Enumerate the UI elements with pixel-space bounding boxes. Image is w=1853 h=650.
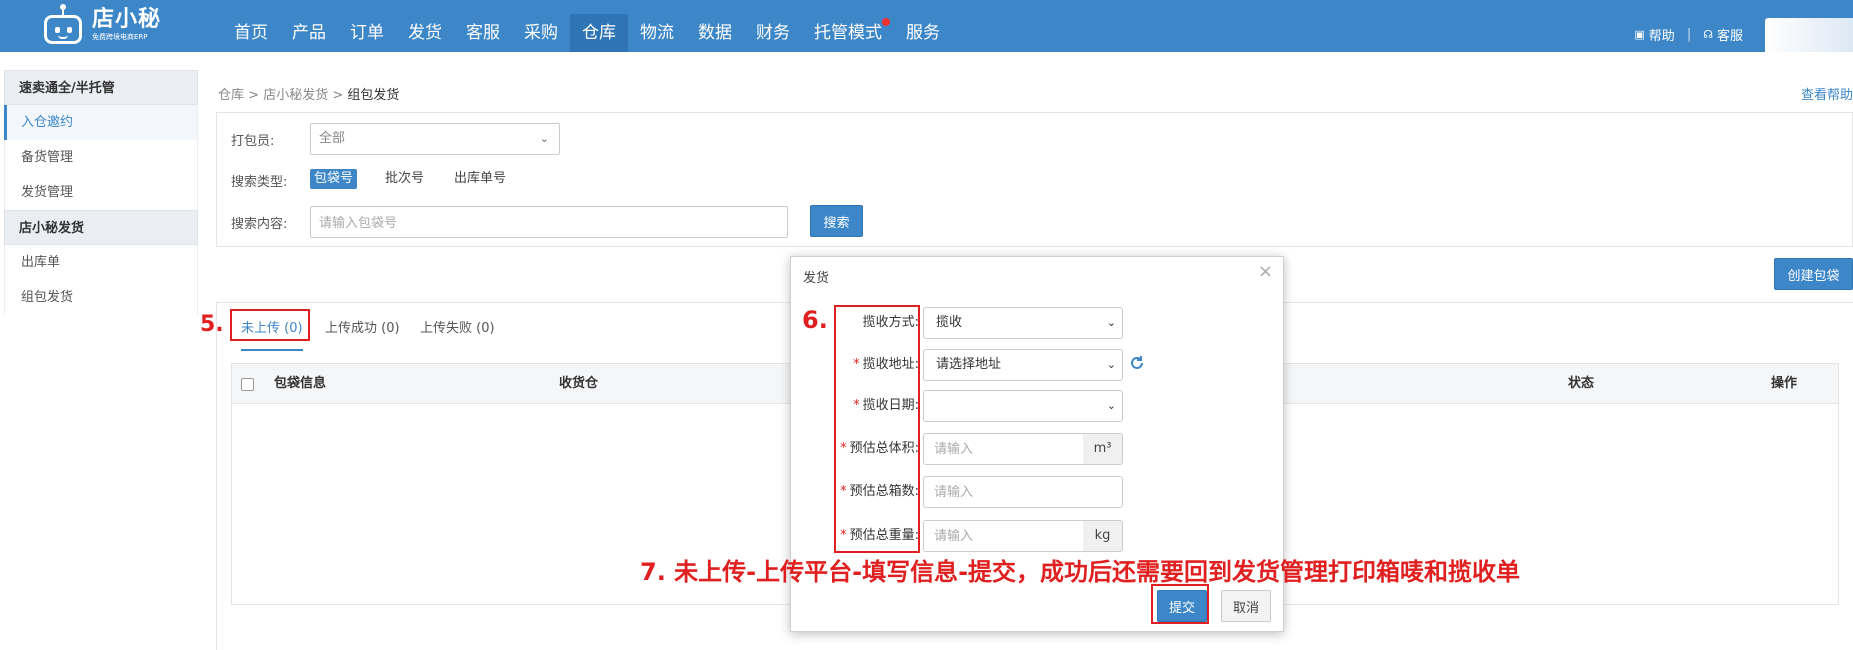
sidebar-group-aliexpress: 速卖通全/半托管 [4,70,198,105]
breadcrumb-warehouse[interactable]: 仓库 [218,88,244,103]
logo[interactable]: 店小秘 免费跨境电商ERP [40,2,161,48]
divider: | [1686,27,1692,42]
chevron-down-icon: ⌄ [1106,316,1116,329]
refresh-icon[interactable] [1129,355,1145,371]
headset-icon: ☊ [1703,28,1713,41]
search-type-label: 搜索类型: [231,175,288,190]
nav-shipping[interactable]: 发货 [396,14,454,52]
chevron-down-icon: ⌄ [1106,399,1116,412]
volume-unit: m³ [1083,433,1123,465]
service-label: 客服 [1716,29,1743,44]
select-all-checkbox[interactable] [241,378,254,391]
tab-upload-failed[interactable]: 上传失败 (0) [420,317,495,351]
nav-products[interactable]: 产品 [280,14,338,52]
col-status: 状态 [1568,376,1595,391]
volume-input[interactable] [923,433,1084,465]
nav-managed-mode-label: 托管模式 [814,23,882,43]
annotation-step-7: 7. 未上传-上传平台-填写信息-提交，成功后还需要回到发货管理打印箱唛和揽收单 [640,558,1521,586]
search-type-bag-no[interactable]: 包袋号 [310,169,358,189]
search-button[interactable]: 搜索 [810,205,863,237]
header-links: ▣ 帮助 | ☊ 客服 [1634,25,1743,44]
breadcrumb-sep: > [248,88,260,103]
notification-dot [882,18,890,26]
sidebar: 速卖通全/半托管 入仓邀约 备货管理 发货管理 店小秘发货 出库单 组包发货 [4,70,198,315]
annotation-step-5: 5. [200,312,224,337]
breadcrumb-sep: > [332,88,344,103]
breadcrumb: 仓库 > 店小秘发货 > 组包发货 [218,84,399,103]
annotation-box-submit [1151,584,1209,624]
sidebar-item-stock-management[interactable]: 备货管理 [4,140,198,175]
logo-name: 店小秘 [92,7,162,32]
packer-select[interactable]: 全部 ⌄ [310,123,560,155]
annotation-step-6: 6. [802,306,828,334]
nav-purchasing[interactable]: 采购 [512,14,570,52]
breadcrumb-dxm-shipping[interactable]: 店小秘发货 [263,88,328,103]
create-bag-button[interactable]: 创建包袋 [1774,258,1853,290]
nav-logistics[interactable]: 物流 [628,14,686,52]
book-icon: ▣ [1634,28,1645,41]
filter-panel: 打包员: 全部 ⌄ 搜索类型: 包袋号 批次号 出库单号 搜索内容: 搜索 [216,112,1853,247]
nav-home[interactable]: 首页 [222,14,280,52]
close-icon[interactable]: × [1258,261,1273,282]
dialog-title: 发货 [803,271,830,286]
search-type-batch-no[interactable]: 批次号 [381,169,428,189]
tab-upload-success[interactable]: 上传成功 (0) [325,317,400,351]
weight-unit: kg [1083,520,1123,552]
sidebar-item-outbound-order[interactable]: 出库单 [4,245,198,280]
annotation-box-fields [834,305,920,553]
chevron-down-icon: ⌄ [539,132,549,145]
col-bag-info: 包袋信息 [274,376,327,391]
col-actions: 操作 [1771,376,1798,391]
nav-finance[interactable]: 财务 [744,14,802,52]
pickup-method-value: 揽收 [936,315,963,330]
top-header: 店小秘 免费跨境电商ERP 首页 产品 订单 发货 客服 采购 仓库 物流 数据… [0,0,1853,52]
boxes-input[interactable] [923,476,1123,508]
nav-orders[interactable]: 订单 [338,14,396,52]
breadcrumb-current: 组包发货 [347,88,400,103]
account-menu[interactable] [1765,18,1853,52]
view-help-link[interactable]: 查看帮助 [1801,84,1853,103]
service-link-header[interactable]: ☊ 客服 [1703,25,1743,44]
packer-label: 打包员: [231,134,275,149]
packer-select-value: 全部 [319,131,346,146]
nav-managed-mode[interactable]: 托管模式 [802,14,894,52]
weight-input[interactable] [923,520,1084,552]
search-input[interactable] [310,206,788,238]
search-content-label: 搜索内容: [231,217,288,232]
help-label: 帮助 [1648,29,1675,44]
pickup-address-select[interactable]: 请选择地址 ⌄ [923,349,1123,381]
col-receiving-warehouse: 收货仓 [559,376,599,391]
main-nav: 首页 产品 订单 发货 客服 采购 仓库 物流 数据 财务 托管模式 服务 [222,14,952,52]
sidebar-group-dxm-shipping: 店小秘发货 [4,210,198,245]
robot-logo-icon [40,4,86,46]
nav-customer-service[interactable]: 客服 [454,14,512,52]
cancel-button[interactable]: 取消 [1221,590,1271,622]
pickup-method-select[interactable]: 揽收 ⌄ [923,307,1123,339]
sidebar-item-package-shipping[interactable]: 组包发货 [4,280,198,315]
nav-services[interactable]: 服务 [894,14,952,52]
annotation-box-tab [230,309,310,341]
nav-warehouse[interactable]: 仓库 [570,14,628,52]
nav-data[interactable]: 数据 [686,14,744,52]
logo-subtitle: 免费跨境电商ERP [92,33,148,41]
help-link-header[interactable]: ▣ 帮助 [1634,25,1674,44]
sidebar-item-shipping-management[interactable]: 发货管理 [4,175,198,210]
search-type-outbound-no[interactable]: 出库单号 [450,169,510,189]
chevron-down-icon: ⌄ [1106,358,1116,371]
pickup-address-value: 请选择地址 [936,357,1002,372]
pickup-date-select[interactable]: ⌄ [923,390,1123,422]
sidebar-item-inbound-invite[interactable]: 入仓邀约 [4,105,198,140]
